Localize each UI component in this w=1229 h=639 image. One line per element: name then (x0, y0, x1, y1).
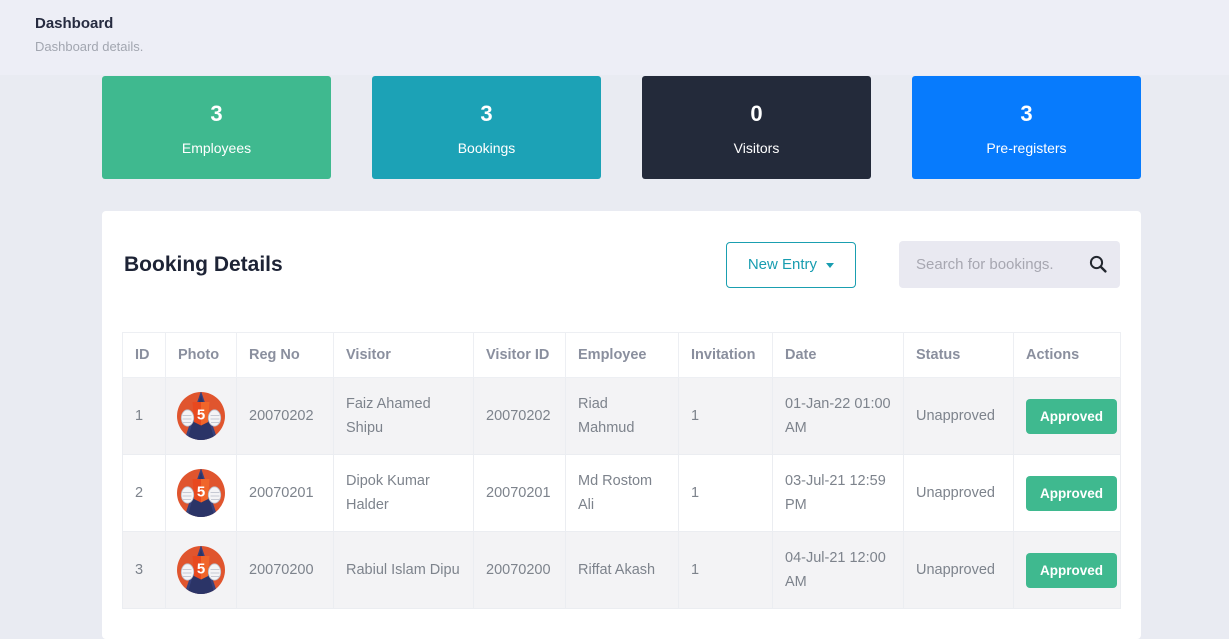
column-header: Visitor (333, 332, 474, 378)
page-header: Dashboard Dashboard details. (0, 0, 1229, 75)
cell-visitor-id: 20070201 (473, 454, 566, 532)
new-entry-button[interactable]: New Entry (725, 241, 856, 288)
avatar-html5-superhero: 5 (177, 546, 225, 594)
stat-label: Visitors (733, 139, 780, 156)
cell-id: 2 (122, 454, 166, 532)
search-icon[interactable] (1089, 255, 1107, 273)
cell-id: 1 (122, 377, 166, 455)
svg-text:5: 5 (197, 561, 205, 578)
stat-card-visitors[interactable]: 0 Visitors (642, 76, 871, 179)
stat-value: 3 (480, 100, 493, 126)
cell-actions: Approved (1013, 531, 1121, 609)
section-title: Booking Details (124, 252, 283, 276)
search-box (899, 241, 1120, 288)
column-header: Actions (1013, 332, 1121, 378)
booking-details-panel: Booking Details New Entry Search for boo… (102, 211, 1141, 639)
approve-button[interactable]: Approved (1026, 552, 1118, 588)
cell-visitor: Rabiul Islam Dipu (333, 531, 474, 609)
stat-value: 0 (750, 100, 763, 126)
bookings-table: ID Photo Reg No Visitor Visitor ID Employee In… (122, 332, 1121, 609)
avatar-html5-superhero: 5 (177, 392, 225, 440)
cell-visitor-id: 20070200 (473, 531, 566, 609)
table-row: 3 5 20070200 Rabiul Islam Dipu 20070200 … (122, 531, 1121, 609)
column-header: Invitation (678, 332, 773, 378)
cell-visitor: Faiz Ahamed Shipu (333, 377, 474, 455)
page-title: Dashboard (35, 15, 114, 32)
cell-employee: Md Rostom Ali (565, 454, 679, 532)
cell-photo: 5 (165, 531, 237, 609)
cell-visitor: Dipok Kumar Halder (333, 454, 474, 532)
column-header: Date (772, 332, 904, 378)
new-entry-label: New Entry (747, 256, 817, 273)
svg-text:5: 5 (197, 407, 205, 424)
cell-employee: Riffat Akash (565, 531, 679, 609)
stat-label: Employees (181, 139, 252, 156)
search-input[interactable] (899, 241, 1120, 288)
cell-employee: Riad Mahmud (565, 377, 679, 455)
approve-button[interactable]: Approved (1026, 475, 1118, 511)
cell-reg-no: 20070202 (236, 377, 334, 455)
cell-invitation: 1 (678, 377, 773, 455)
column-header: Reg No (236, 332, 334, 378)
stat-card-bookings[interactable]: 3 Bookings (372, 76, 601, 179)
status-text: Unapproved (903, 531, 1014, 609)
column-header: ID (122, 332, 166, 378)
table-row: 1 5 20070202 Faiz Ahamed Shipu 20070202 … (122, 377, 1121, 455)
cell-reg-no: 20070200 (236, 531, 334, 609)
cell-invitation: 1 (678, 454, 773, 532)
cell-date: 04-Jul-21 12:00 AM (772, 531, 904, 609)
cell-actions: Approved (1013, 377, 1121, 455)
cell-photo: 5 (165, 377, 237, 455)
stat-value: 3 (1020, 100, 1033, 126)
stat-value: 3 (210, 100, 223, 126)
column-header: Employee (565, 332, 679, 378)
stat-card-preregisters[interactable]: 3 Pre-registers (912, 76, 1141, 179)
stat-label: Bookings (457, 139, 516, 156)
column-header: Visitor ID (473, 332, 566, 378)
svg-text:5: 5 (197, 484, 205, 501)
cell-visitor-id: 20070202 (473, 377, 566, 455)
avatar-html5-superhero: 5 (177, 469, 225, 517)
cell-date: 03-Jul-21 12:59 PM (772, 454, 904, 532)
stat-card-employees[interactable]: 3 Employees (102, 76, 331, 179)
cell-date: 01-Jan-22 01:00 AM (772, 377, 904, 455)
column-header: Status (903, 332, 1014, 378)
cell-id: 3 (122, 531, 166, 609)
table-row: 2 5 20070201 Dipok Kumar Halder 20070201… (122, 454, 1121, 532)
column-header: Photo (165, 332, 237, 378)
cell-actions: Approved (1013, 454, 1121, 532)
cell-invitation: 1 (678, 531, 773, 609)
status-text: Unapproved (903, 454, 1014, 532)
table-header-row: ID Photo Reg No Visitor Visitor ID Employee In… (122, 332, 1121, 378)
page-subtitle: Dashboard details. (35, 39, 144, 54)
approve-button[interactable]: Approved (1026, 398, 1118, 434)
status-text: Unapproved (903, 377, 1014, 455)
cell-reg-no: 20070201 (236, 454, 334, 532)
stats-row: 3 Employees 3 Bookings 0 Visitors 3 Pre-… (102, 76, 1141, 179)
stat-label: Pre-registers (986, 139, 1067, 156)
cell-photo: 5 (165, 454, 237, 532)
chevron-down-icon (826, 263, 834, 268)
